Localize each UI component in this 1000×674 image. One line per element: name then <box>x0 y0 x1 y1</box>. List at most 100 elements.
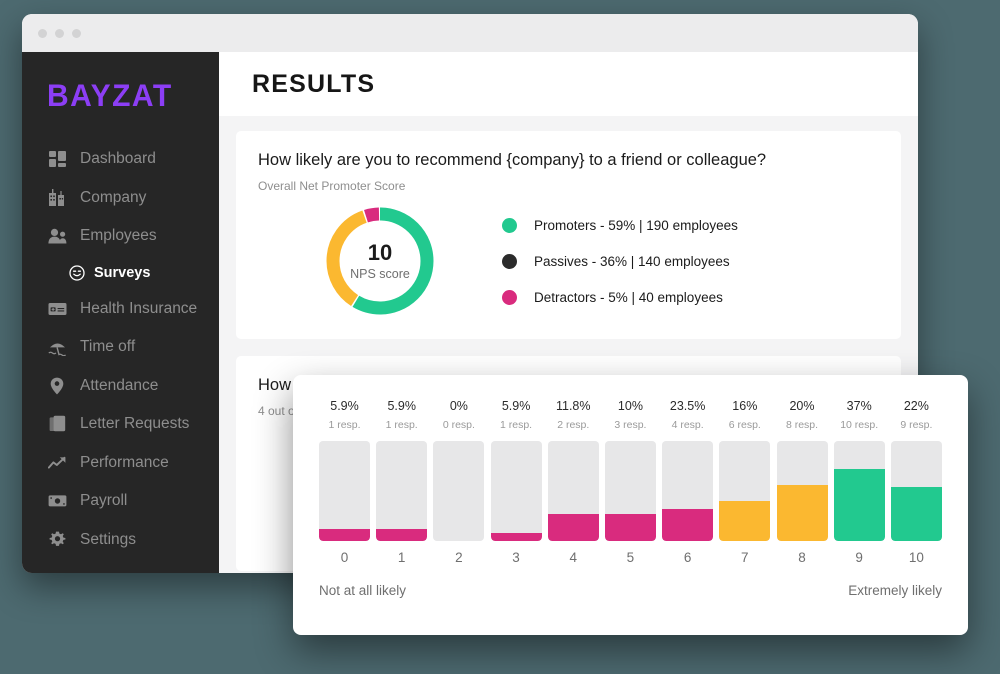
bar-track[interactable] <box>319 441 370 541</box>
bar-column[interactable]: 10% 3 resp. 5 <box>604 399 656 565</box>
bar-category-label: 0 <box>340 550 349 565</box>
bar-column[interactable]: 5.9% 1 resp. 1 <box>376 399 428 565</box>
bar-fill <box>376 529 428 541</box>
bar-percent-label: 10% <box>617 399 643 413</box>
bar-percent-label: 5.9% <box>387 399 416 413</box>
sidebar-item-payroll[interactable]: Payroll <box>22 482 219 521</box>
bar-track[interactable] <box>376 441 428 541</box>
nps-donut-chart: 10 NPS score <box>324 205 436 317</box>
bar-track[interactable] <box>662 441 714 541</box>
sidebar-item-label: Company <box>80 188 147 206</box>
sidebar-item-letter-requests[interactable]: Letter Requests <box>22 405 219 444</box>
donut-chart-wrapper: 10 NPS score <box>258 205 502 317</box>
sidebar-item-label: Payroll <box>80 492 128 510</box>
smiley-icon <box>68 264 85 282</box>
sidebar: BAYZAT Dashboard Company Employees Surve… <box>22 52 219 573</box>
bar-fill <box>490 533 542 541</box>
page-title: RESULTS <box>252 69 376 98</box>
nps-legend: Promoters - 59% | 190 employees Passives… <box>502 217 879 305</box>
bar-response-label: 4 resp. <box>671 419 704 431</box>
distribution-chart-panel: 5.9% 1 resp. 0 5.9% 1 resp. 1 0% 0 resp. 2 5.9% 1 … <box>293 375 968 635</box>
scale-labels: Not at all likely Extremely likely <box>319 583 942 598</box>
gear-icon <box>47 531 67 549</box>
sidebar-item-label: Time off <box>80 338 136 356</box>
bar-category-label: 4 <box>569 550 577 565</box>
minimize-dot[interactable] <box>55 28 64 38</box>
sidebar-item-label: Dashboard <box>80 150 156 168</box>
sidebar-item-company[interactable]: Company <box>22 179 219 218</box>
bar-track[interactable] <box>833 441 885 541</box>
legend-dot-passives <box>502 253 517 269</box>
maximize-dot[interactable] <box>72 28 81 38</box>
legend-dot-promoters <box>502 217 517 233</box>
bar-fill <box>547 514 599 541</box>
bar-track[interactable] <box>547 441 599 541</box>
sidebar-item-dashboard[interactable]: Dashboard <box>22 140 219 179</box>
bar-fill <box>604 514 656 541</box>
insurance-card-icon <box>47 300 67 318</box>
bar-column[interactable]: 20% 8 resp. 8 <box>776 399 828 565</box>
legend-item-passives: Passives - 36% | 140 employees <box>502 253 879 269</box>
bar-column[interactable]: 22% 9 resp. 10 <box>890 399 942 565</box>
sidebar-item-label: Employees <box>80 227 157 245</box>
documents-icon <box>47 415 67 433</box>
nps-score-value: 10 <box>367 239 393 265</box>
sidebar-item-employees[interactable]: Employees <box>22 217 219 256</box>
bar-column[interactable]: 5.9% 1 resp. 0 <box>319 399 370 565</box>
bar-category-label: 5 <box>626 550 635 565</box>
sidebar-item-time-off[interactable]: Time off <box>22 328 219 367</box>
bar-fill <box>319 529 370 541</box>
sidebar-item-settings[interactable]: Settings <box>22 521 219 560</box>
bar-response-label: 1 resp. <box>500 419 533 431</box>
bar-track[interactable] <box>490 441 542 541</box>
brand-logo[interactable]: BAYZAT <box>22 66 219 142</box>
bar-column[interactable]: 16% 6 resp. 7 <box>719 399 771 565</box>
bar-category-label: 10 <box>908 550 924 565</box>
bar-percent-label: 37% <box>846 399 872 413</box>
bar-percent-label: 5.9% <box>330 399 359 413</box>
nps-card-subtitle: Overall Net Promoter Score <box>258 179 406 193</box>
bar-column[interactable]: 23.5% 4 resp. 6 <box>662 399 714 565</box>
bar-percent-label: 16% <box>732 399 758 413</box>
scale-label-right: Extremely likely <box>848 583 942 598</box>
bar-chart: 5.9% 1 resp. 0 5.9% 1 resp. 1 0% 0 resp. 2 5.9% 1 … <box>319 393 942 565</box>
donut-center-label: 10 NPS score <box>324 205 436 317</box>
nps-score-caption: NPS score <box>350 266 410 281</box>
bar-track[interactable] <box>890 441 942 541</box>
sidebar-item-attendance[interactable]: Attendance <box>22 367 219 406</box>
sidebar-item-surveys[interactable]: Surveys <box>22 256 219 290</box>
bar-response-label: 0 resp. <box>442 419 475 431</box>
sidebar-item-performance[interactable]: Performance <box>22 444 219 483</box>
bar-track[interactable] <box>719 441 771 541</box>
bar-track[interactable] <box>776 441 828 541</box>
sidebar-item-label: Attendance <box>80 376 159 394</box>
dashboard-icon <box>47 150 67 168</box>
bar-percent-label: 11.8% <box>555 399 591 413</box>
legend-item-promoters: Promoters - 59% | 190 employees <box>502 217 879 233</box>
bar-response-label: 8 resp. <box>785 419 819 431</box>
sidebar-item-label: Surveys <box>94 264 151 281</box>
sidebar-item-label: Health Insurance <box>80 299 198 317</box>
bar-track[interactable] <box>604 441 656 541</box>
bar-category-label: 6 <box>683 550 692 565</box>
bar-fill <box>890 487 942 541</box>
sidebar-item-label: Performance <box>80 453 169 471</box>
bar-category-label: 2 <box>455 550 463 565</box>
sidebar-item-health-insurance[interactable]: Health Insurance <box>22 290 219 329</box>
bar-fill <box>719 501 771 541</box>
bar-percent-label: 0% <box>449 399 468 413</box>
bar-column[interactable]: 11.8% 2 resp. 4 <box>547 399 599 565</box>
building-icon <box>47 189 67 207</box>
bar-percent-label: 22% <box>903 399 929 413</box>
bar-track[interactable] <box>433 441 485 541</box>
bar-column[interactable]: 37% 10 resp. 9 <box>833 399 885 565</box>
bar-response-label: 1 resp. <box>328 419 361 431</box>
bar-response-label: 10 resp. <box>840 419 879 431</box>
bar-column[interactable]: 5.9% 1 resp. 3 <box>490 399 542 565</box>
bar-response-label: 1 resp. <box>385 419 418 431</box>
bar-column[interactable]: 0% 0 resp. 2 <box>433 399 485 565</box>
bar-fill <box>776 485 828 541</box>
close-dot[interactable] <box>38 28 47 38</box>
scale-label-left: Not at all likely <box>319 583 407 598</box>
sidebar-item-label: Settings <box>80 530 137 548</box>
